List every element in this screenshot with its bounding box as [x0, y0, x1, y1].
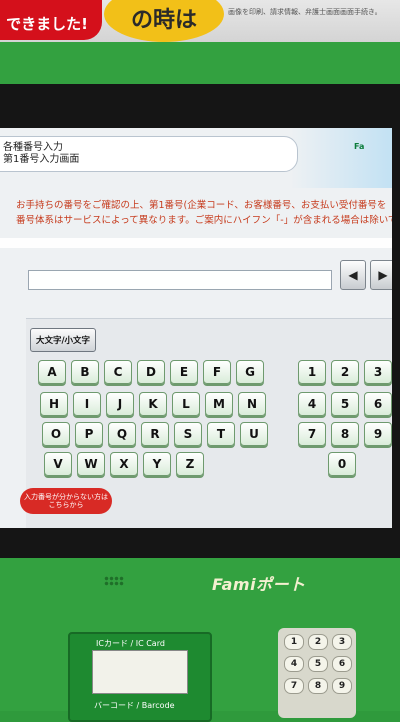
cursor-right-button[interactable]: ▶: [370, 260, 392, 290]
pin-key-2[interactable]: 2: [308, 634, 328, 650]
instruction-text: お手持ちの番号をご確認の上、第1番号(企業コード、お客様番号、お支払い受付番号を…: [16, 198, 392, 228]
key-3[interactable]: 3: [364, 360, 392, 384]
cursor-left-button[interactable]: ◀: [340, 260, 366, 290]
banner-center-text: の時は: [104, 0, 224, 42]
key-g[interactable]: G: [236, 360, 264, 384]
pin-key-1[interactable]: 1: [284, 634, 304, 650]
header-subtitle: 第1番号入力画面: [3, 154, 80, 165]
banner-left-text: できました!: [0, 0, 102, 40]
key-s[interactable]: S: [174, 422, 202, 446]
screen-glare: [0, 238, 392, 248]
key-2[interactable]: 2: [331, 360, 359, 384]
pin-key-5[interactable]: 5: [308, 656, 328, 672]
card-slot[interactable]: [92, 650, 188, 694]
key-v[interactable]: V: [44, 452, 72, 476]
key-r[interactable]: R: [141, 422, 169, 446]
key-6[interactable]: 6: [364, 392, 392, 416]
key-9[interactable]: 9: [364, 422, 392, 446]
key-h[interactable]: H: [40, 392, 68, 416]
header-band: [290, 128, 392, 188]
key-e[interactable]: E: [170, 360, 198, 384]
screen-header: 各種番号入力 第1番号入力画面: [0, 136, 298, 172]
key-u[interactable]: U: [240, 422, 268, 446]
barcode-label: バーコード / Barcode: [94, 701, 175, 710]
key-q[interactable]: Q: [108, 422, 136, 446]
kiosk-screen: Fa 各種番号入力 第1番号入力画面 お手持ちの番号をご確認の上、第1番号(企業…: [0, 128, 392, 528]
key-p[interactable]: P: [75, 422, 103, 446]
key-1[interactable]: 1: [298, 360, 326, 384]
pin-key-4[interactable]: 4: [284, 656, 304, 672]
key-x[interactable]: X: [110, 452, 138, 476]
key-f[interactable]: F: [203, 360, 231, 384]
case-toggle-button[interactable]: 大文字/小文字: [30, 328, 96, 352]
instruction-line-2: 番号体系はサービスによって異なります。ご案内にハイフン「-」が含まれる場合は除い…: [16, 215, 392, 226]
ic-card-label: ICカード / IC Card: [96, 639, 165, 648]
key-k[interactable]: K: [139, 392, 167, 416]
key-8[interactable]: 8: [331, 422, 359, 446]
key-c[interactable]: C: [104, 360, 132, 384]
key-4[interactable]: 4: [298, 392, 326, 416]
key-7[interactable]: 7: [298, 422, 326, 446]
key-z[interactable]: Z: [176, 452, 204, 476]
top-banner: できました! の時は 画像を印刷、請求情報、弁護士画面画面手続き。: [0, 0, 400, 42]
key-w[interactable]: W: [77, 452, 105, 476]
key-d[interactable]: D: [137, 360, 165, 384]
speaker-grille: [104, 576, 124, 586]
header-title: 各種番号入力: [3, 142, 63, 153]
code-input-field[interactable]: [28, 270, 332, 290]
brand-mark: Fa: [354, 142, 365, 151]
instruction-line-1: お手持ちの番号をご確認の上、第1番号(企業コード、お客様番号、お支払い受付番号を: [16, 200, 387, 211]
key-m[interactable]: M: [205, 392, 233, 416]
pin-key-6[interactable]: 6: [332, 656, 352, 672]
key-l[interactable]: L: [172, 392, 200, 416]
key-a[interactable]: A: [38, 360, 66, 384]
key-5[interactable]: 5: [331, 392, 359, 416]
banner-small-text: 画像を印刷、請求情報、弁護士画面画面手続き。: [228, 8, 382, 16]
key-o[interactable]: O: [42, 422, 70, 446]
pin-key-8[interactable]: 8: [308, 678, 328, 694]
famiport-logo: Famiポート: [212, 575, 306, 594]
kiosk-frame-top: [0, 42, 400, 86]
key-j[interactable]: J: [106, 392, 134, 416]
key-y[interactable]: Y: [143, 452, 171, 476]
key-i[interactable]: I: [73, 392, 101, 416]
pin-key-7[interactable]: 7: [284, 678, 304, 694]
pin-pad: 1 2 3 4 5 6 7 8 9: [278, 628, 356, 718]
pin-key-9[interactable]: 9: [332, 678, 352, 694]
help-button[interactable]: 入力番号が分からない方は こちらから: [20, 488, 112, 514]
key-0[interactable]: 0: [328, 452, 356, 476]
key-b[interactable]: B: [71, 360, 99, 384]
pin-key-3[interactable]: 3: [332, 634, 352, 650]
key-t[interactable]: T: [207, 422, 235, 446]
key-n[interactable]: N: [238, 392, 266, 416]
